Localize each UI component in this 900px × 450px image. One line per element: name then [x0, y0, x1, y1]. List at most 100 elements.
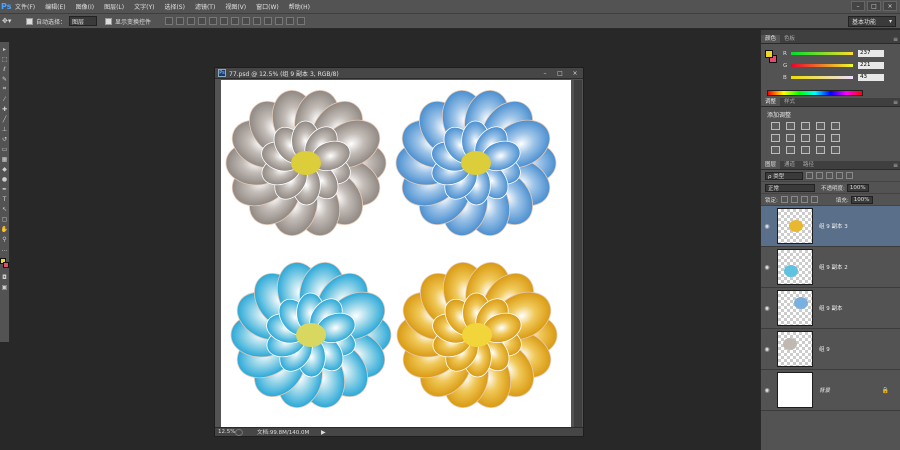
lasso-icon[interactable]: ℓ	[1, 65, 9, 73]
gradient-map-icon[interactable]	[816, 146, 825, 154]
eye-icon[interactable]: ◉	[761, 264, 773, 271]
marquee-icon[interactable]: ⬚	[1, 55, 9, 63]
move-tool-icon[interactable]: ✥▾	[2, 17, 18, 25]
canvas[interactable]	[221, 80, 571, 428]
brightness-icon[interactable]	[771, 122, 780, 130]
maximize-button[interactable]: □	[867, 1, 881, 11]
document-titlebar[interactable]: Ps 77.psd @ 12.5% (组 9 副本 3, RGB/8) – □ …	[215, 68, 583, 79]
black-white-icon[interactable]	[801, 134, 810, 142]
green-slider[interactable]: G 221	[783, 61, 893, 70]
eye-icon[interactable]: ◉	[761, 305, 773, 312]
status-menu-arrow-icon[interactable]: ▶	[321, 429, 326, 436]
move-icon[interactable]: ▸	[1, 45, 9, 53]
filter-type-icon[interactable]	[826, 172, 833, 179]
menu-image[interactable]: 图像(I)	[71, 2, 99, 11]
opacity-input[interactable]: 100%	[846, 183, 869, 192]
tab-channels[interactable]: 通道	[780, 161, 799, 169]
menu-type[interactable]: 文字(Y)	[129, 2, 159, 11]
green-gradient[interactable]	[791, 64, 853, 67]
eraser-icon[interactable]: ▭	[1, 145, 9, 153]
distribute-right-icon[interactable]	[286, 17, 295, 25]
layer-name[interactable]: 组 9 副本	[819, 304, 843, 312]
shape-icon[interactable]: ▢	[1, 215, 9, 223]
healing-icon[interactable]: ✚	[1, 105, 9, 113]
levels-icon[interactable]	[786, 122, 795, 130]
vibrance-icon[interactable]	[831, 122, 840, 130]
posterize-icon[interactable]	[786, 146, 795, 154]
text-icon[interactable]: T	[1, 195, 9, 203]
doc-close-button[interactable]: ×	[570, 69, 580, 77]
doc-minimize-button[interactable]: –	[540, 69, 550, 77]
blue-value[interactable]: 43	[858, 74, 884, 81]
align-right-icon[interactable]	[220, 17, 229, 25]
lock-image-icon[interactable]	[790, 196, 798, 203]
red-slider[interactable]: R 237	[783, 49, 893, 58]
lock-transparent-icon[interactable]	[780, 196, 788, 203]
menu-select[interactable]: 选择(S)	[159, 2, 190, 11]
hand-icon[interactable]: ✋	[1, 225, 9, 233]
panel-foreground-swatch[interactable]	[765, 50, 773, 58]
gradient-icon[interactable]: ▦	[1, 155, 9, 163]
workspace-dropdown[interactable]: 基本功能 ▾	[848, 16, 896, 27]
layer-row[interactable]: ◉ 组 9 副本	[761, 288, 900, 329]
color-swatches[interactable]	[0, 258, 9, 272]
menu-view[interactable]: 视图(V)	[220, 2, 251, 11]
quick-select-icon[interactable]: ✎	[1, 75, 9, 83]
eyedropper-icon[interactable]: ⁄	[1, 95, 9, 103]
menu-window[interactable]: 窗口(W)	[251, 2, 284, 11]
tab-color[interactable]: 颜色	[761, 35, 781, 43]
menu-help[interactable]: 帮助(H)	[284, 2, 315, 11]
align-bottom-icon[interactable]	[187, 17, 196, 25]
zoom-icon[interactable]: ⚲	[1, 235, 9, 243]
auto-align-icon[interactable]	[297, 17, 306, 25]
auto-select-checkbox[interactable]	[26, 17, 33, 25]
lock-position-icon[interactable]	[800, 196, 808, 203]
path-select-icon[interactable]: ↖	[1, 205, 9, 213]
exposure-icon[interactable]	[816, 122, 825, 130]
menu-layer[interactable]: 图层(L)	[99, 2, 129, 11]
align-left-icon[interactable]	[198, 17, 207, 25]
curves-icon[interactable]	[801, 122, 810, 130]
invert-icon[interactable]	[771, 146, 780, 154]
green-value[interactable]: 221	[858, 62, 884, 69]
tab-adjustments[interactable]: 调整	[761, 98, 781, 106]
align-vcenter-icon[interactable]	[176, 17, 185, 25]
brush-icon[interactable]: ╱	[1, 115, 9, 123]
history-brush-icon[interactable]: ↺	[1, 135, 9, 143]
photo-filter-icon[interactable]	[816, 134, 825, 142]
red-gradient[interactable]	[791, 52, 853, 55]
auto-select-dropdown[interactable]: 图层	[69, 16, 98, 26]
blur-icon[interactable]: ◆	[1, 165, 9, 173]
adjustments-menu-icon[interactable]: ≡	[893, 99, 900, 106]
more-tools-icon[interactable]: …	[1, 245, 9, 253]
blue-slider[interactable]: B 43	[783, 73, 893, 82]
filter-smart-icon[interactable]	[846, 172, 853, 179]
vertical-scrollbar[interactable]	[574, 80, 582, 428]
color-spectrum-ramp[interactable]	[767, 90, 863, 96]
distribute-vcenter-icon[interactable]	[242, 17, 251, 25]
show-transform-checkbox[interactable]	[105, 17, 113, 25]
distribute-left-icon[interactable]	[264, 17, 273, 25]
layer-row[interactable]: ◉ 背景 🔒	[761, 370, 900, 411]
quick-mask-icon[interactable]: ◘	[1, 273, 9, 281]
channel-mixer-icon[interactable]	[831, 134, 840, 142]
layers-menu-icon[interactable]: ≡	[893, 162, 900, 169]
distribute-top-icon[interactable]	[231, 17, 240, 25]
align-hcenter-icon[interactable]	[209, 17, 218, 25]
layer-row[interactable]: ◉ 组 9 副本 2	[761, 247, 900, 288]
eye-icon[interactable]: ◉	[761, 387, 773, 394]
screen-mode-icon[interactable]: ▣	[1, 283, 9, 291]
zoom-level[interactable]: 12.5%	[215, 429, 235, 435]
color-balance-icon[interactable]	[786, 134, 795, 142]
layer-name[interactable]: 组 9	[819, 345, 830, 353]
minimize-button[interactable]: –	[851, 1, 865, 11]
doc-maximize-button[interactable]: □	[555, 69, 565, 77]
layer-name[interactable]: 背景	[819, 386, 830, 394]
layer-name[interactable]: 组 9 副本 3	[819, 222, 848, 230]
tab-layers[interactable]: 图层	[761, 161, 781, 169]
background-color-swatch[interactable]	[3, 262, 9, 268]
layer-filter-dropdown[interactable]: ρ 类型	[765, 171, 803, 180]
lock-all-icon[interactable]	[810, 196, 818, 203]
filter-shape-icon[interactable]	[836, 172, 843, 179]
menu-edit[interactable]: 编辑(E)	[40, 2, 70, 11]
